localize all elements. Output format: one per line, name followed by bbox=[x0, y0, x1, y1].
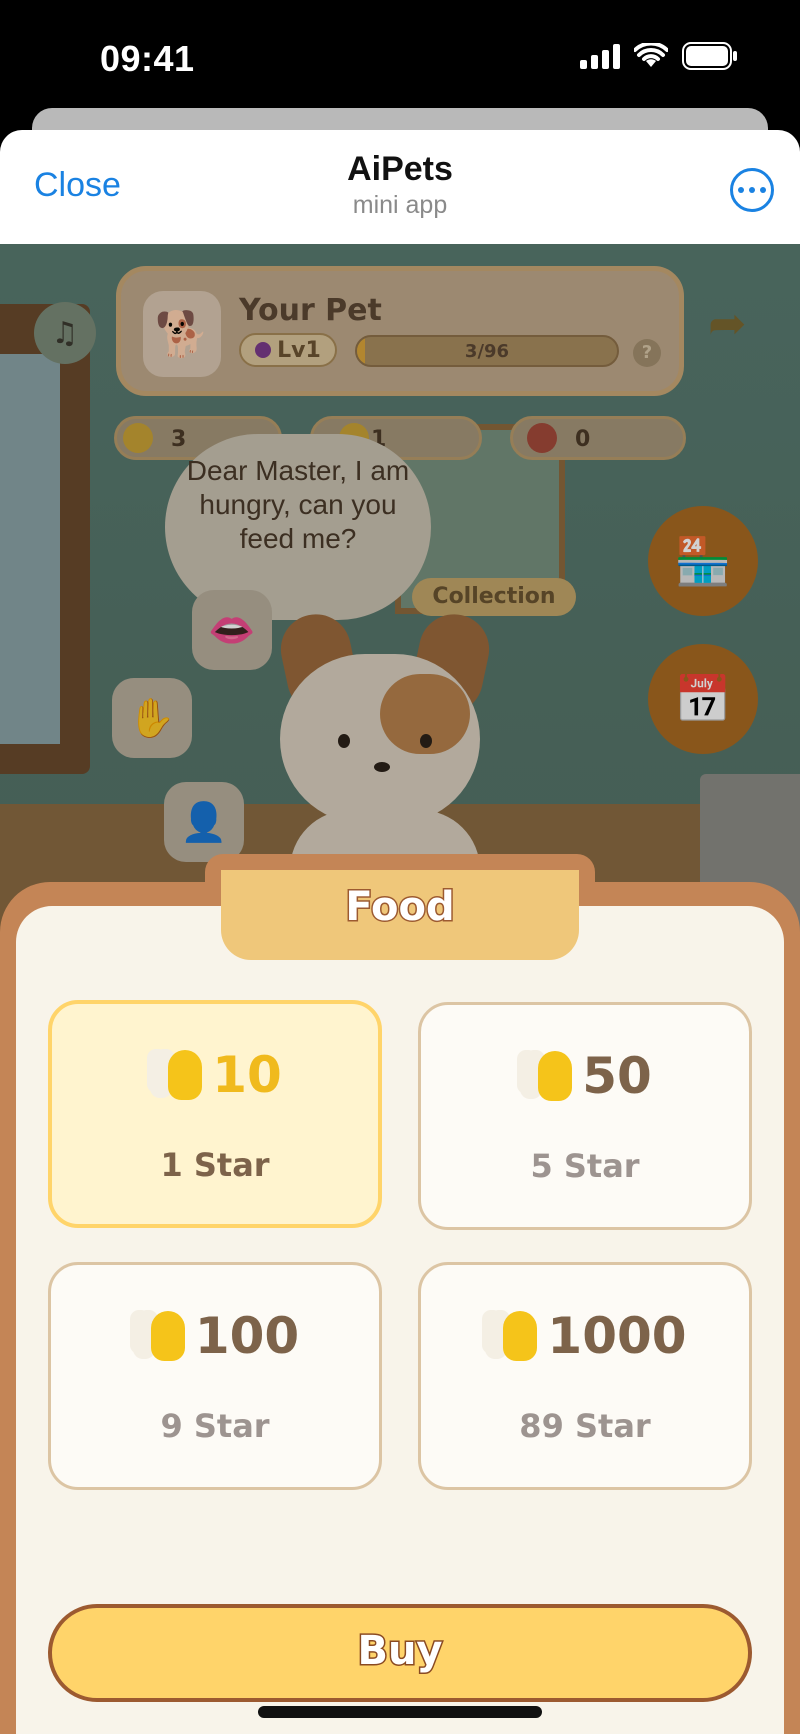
food-amount: 10 bbox=[52, 1046, 378, 1104]
food-price: 9 Star bbox=[160, 1407, 270, 1445]
food-amount-value: 100 bbox=[194, 1307, 300, 1365]
bone-fish-icon bbox=[148, 1048, 208, 1102]
buy-button[interactable]: Buy bbox=[48, 1604, 752, 1702]
status-time: 09:41 bbox=[100, 38, 195, 79]
food-amount: 100 bbox=[51, 1307, 379, 1365]
home-indicator bbox=[258, 1706, 542, 1718]
food-price: 1 Star bbox=[160, 1146, 270, 1184]
food-amount-value: 50 bbox=[582, 1047, 652, 1105]
app-subtitle: mini app bbox=[352, 191, 448, 219]
food-amount: 50 bbox=[421, 1047, 749, 1105]
food-option-100[interactable]: 100 9 Star bbox=[48, 1262, 382, 1490]
bone-fish-icon bbox=[131, 1309, 191, 1363]
food-option-50[interactable]: 50 5 Star bbox=[418, 1002, 752, 1230]
app-title: AiPets bbox=[347, 150, 453, 188]
food-amount: 1000 bbox=[421, 1307, 749, 1365]
mini-app-header: Close AiPets mini app bbox=[0, 130, 800, 244]
food-price: 89 Star bbox=[519, 1407, 651, 1445]
buy-label: Buy bbox=[356, 1627, 444, 1676]
food-panel-title: Food bbox=[344, 883, 456, 932]
more-dot-icon bbox=[760, 187, 766, 193]
status-icons bbox=[580, 42, 738, 70]
more-dot-icon bbox=[749, 187, 755, 193]
wifi-icon bbox=[634, 43, 668, 67]
food-amount-value: 1000 bbox=[547, 1307, 687, 1365]
cellular-signal-icon bbox=[580, 43, 620, 69]
status-bar: 09:41 bbox=[0, 0, 800, 115]
food-price: 5 Star bbox=[530, 1147, 640, 1185]
bone-fish-icon bbox=[518, 1049, 578, 1103]
food-option-10[interactable]: 10 1 Star bbox=[48, 1000, 382, 1228]
food-amount-value: 10 bbox=[212, 1046, 282, 1104]
bone-fish-icon bbox=[483, 1309, 543, 1363]
food-option-1000[interactable]: 1000 89 Star bbox=[418, 1262, 752, 1490]
title-wrap: AiPets mini app bbox=[0, 150, 800, 220]
battery-icon bbox=[682, 42, 737, 70]
more-dot-icon bbox=[738, 187, 744, 193]
more-options-button[interactable] bbox=[730, 168, 774, 212]
